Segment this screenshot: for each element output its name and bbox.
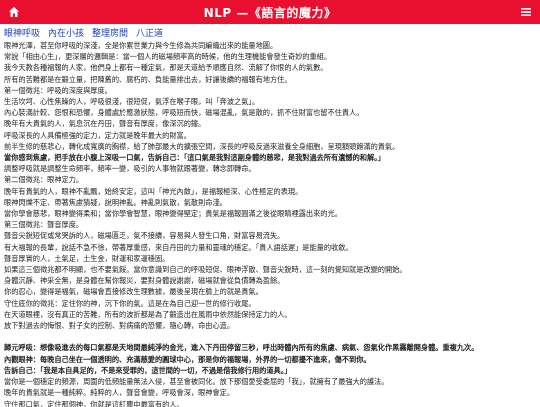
paragraph: 第二個徵兆：眼神定力。	[4, 174, 536, 185]
paragraph: 調整呼吸就是調整生命頻率，頻率一變，吸引的人事物就跟著變，轉念即轉命。	[4, 163, 536, 174]
paragraph: 第一個徵兆：呼吸的深度與厚度。	[4, 85, 536, 96]
paragraph: 內心裝滿計較、怨恨和恐懼，身體處於應激狀態，呼吸短而快，磁場混亂，氣是散的，抓不…	[4, 107, 536, 118]
tab-inner-child[interactable]: 內在小孩	[48, 26, 84, 40]
paragraph: 身體沉靜、神采全無，是身體在幫你報災，要對身體說謝謝，磁場就會從負債轉為盈餘。	[4, 275, 536, 286]
paragraph: 晚年有大貴氣的人，氣息沉在丹田，聲音有厚度，像深沉的鐘。	[4, 118, 536, 129]
paragraph: 聲音厚實的人，土氣足，土生金，財運和家運穩固。	[4, 253, 536, 264]
paragraph: 內觀眼神：每晚自己坐在一個透明的、充滿慈愛的圓球中心，那是你的福報場，外界的一切…	[4, 354, 536, 365]
paragraph: 你的忍心，變得是福氣，磁場會直接修改生理數據，最後呈現在臉上的就是貴氣。	[4, 286, 536, 297]
paragraph: 晚年有貴氣的人，眼神不亂飄，始終安定，這叫「神光內斂」，是福報極深、心性極定的表…	[4, 186, 536, 197]
paragraph: 告訴自己：「我是本自具足的，不是來受罪的，這世間的一切，不過是借我修行用的道具。…	[4, 365, 536, 376]
paragraph	[4, 331, 536, 342]
paragraph: 常說「相由心生」，更深層的邏輯是：當一個人的磁場頻率高的時候，他的生理機能會發生…	[4, 51, 536, 62]
paragraph: 生活坎坷、心性焦躁的人，呼吸很淺，很短促，氣浮在喉子眼，叫「奔波之氣」。	[4, 96, 536, 107]
paragraph: 第三個徵兆：聲音厚度。	[4, 219, 536, 230]
paragraph: 所有的苦難都是在鍛立量，把陳舊的、腐朽的、負能量排出去，好讓後續的福報有地方住。	[4, 74, 536, 85]
paragraph: 歸元呼吸：想像吸進去的每口氣都是天地間最純淨的金光，進入下丹田停留三秒，呼出時體…	[4, 342, 536, 353]
paragraph: 我今天教各種福報的人家，他們身上都有一種定氣，那是天道給予順應自然、流解了你恨的…	[4, 62, 536, 73]
paragraph: 有大福報的長輩，說話不急不徐，帶著厚重感，來自丹田的力量和靈魂的穩定。「貴人語話…	[4, 242, 536, 253]
paragraph: 當你是一個穩定的頻源，周圍的低頻能量無法入侵，甚至會被同化。放下那個愛受委屈的「…	[4, 376, 536, 387]
paragraph: 眼神閃爍不定、帶著焦慮猜疑，說明神亂。神亂則氣散，氣散則命淺。	[4, 197, 536, 208]
hamburger-menu-icon[interactable]	[518, 4, 534, 20]
paragraph: 晚年的貴氣就是一種純粹。純粹的人，聲音會變，呼吸會深，眼神會定。	[4, 387, 536, 398]
paragraph: 呼吸深長的人具備極強的定力，定力就是晚年最大的財富。	[4, 130, 536, 141]
home-icon[interactable]	[6, 4, 22, 20]
tab-eightfold-path[interactable]: 八正道	[136, 26, 163, 40]
paragraph: 守住底你的徵兆：定住你的神，沉下你的氣。這是在為自己迎一世的修行收尾。	[4, 298, 536, 309]
paragraph: 在天道眼裡，沒有真正的苦難，所有的波折都是為了鍛造出在風雨中依然能保持定力的人。	[4, 309, 536, 320]
tab-breathing[interactable]: 眼神呼吸	[4, 26, 40, 40]
paragraph: 前半生修的慈悲心，轉化成寬廣的胸襟，給了肺部最大的擴張空間，深長的呼吸反過來滋養…	[4, 141, 536, 152]
paragraph: 聲音尖銳短促或常哭訴的人，磁場匱乏，氣不接續，容易與人發生口角，財富容易流失。	[4, 230, 536, 241]
paragraph: 放下對過去的悔恨、對子女的控制、對病痛的恐懼，隨心轉，命由心造。	[4, 320, 536, 331]
tab-bar: 眼神呼吸 內在小孩 整理房間 八正道	[0, 24, 540, 40]
paragraph: 當你感到焦慮，把手放在小腹上深吸一口氣，告訴自己：「這口氣是我對這副身體的慈悲，…	[4, 152, 536, 163]
page-title: NLP —《語言的魔力》	[204, 4, 337, 21]
top-app-bar: NLP —《語言的魔力》	[0, 0, 540, 24]
article-body: 眼神光澤，甚至你呼吸的深淺，全是你累世業力與今生修為共同編織出來的能量地圖。常說…	[0, 40, 540, 407]
paragraph: 如果這三個徵兆都不明顯，也不要氣餒。當你意識到自己的呼吸短促、眼神浮散、聲音尖銳…	[4, 264, 536, 275]
paragraph: 守住那口氣，定住那個神，你就是這紅塵中最富有的人。	[4, 399, 536, 407]
paragraph: 當你學會慈悲，眼神變得柔和；當你學會智慧，眼神變得堅定；貴氣是福報圓滿之後從眼睛…	[4, 208, 536, 219]
paragraph: 眼神光澤，甚至你呼吸的深淺，全是你累世業力與今生修為共同編織出來的能量地圖。	[4, 40, 536, 51]
tab-tidy-room[interactable]: 整理房間	[92, 26, 128, 40]
